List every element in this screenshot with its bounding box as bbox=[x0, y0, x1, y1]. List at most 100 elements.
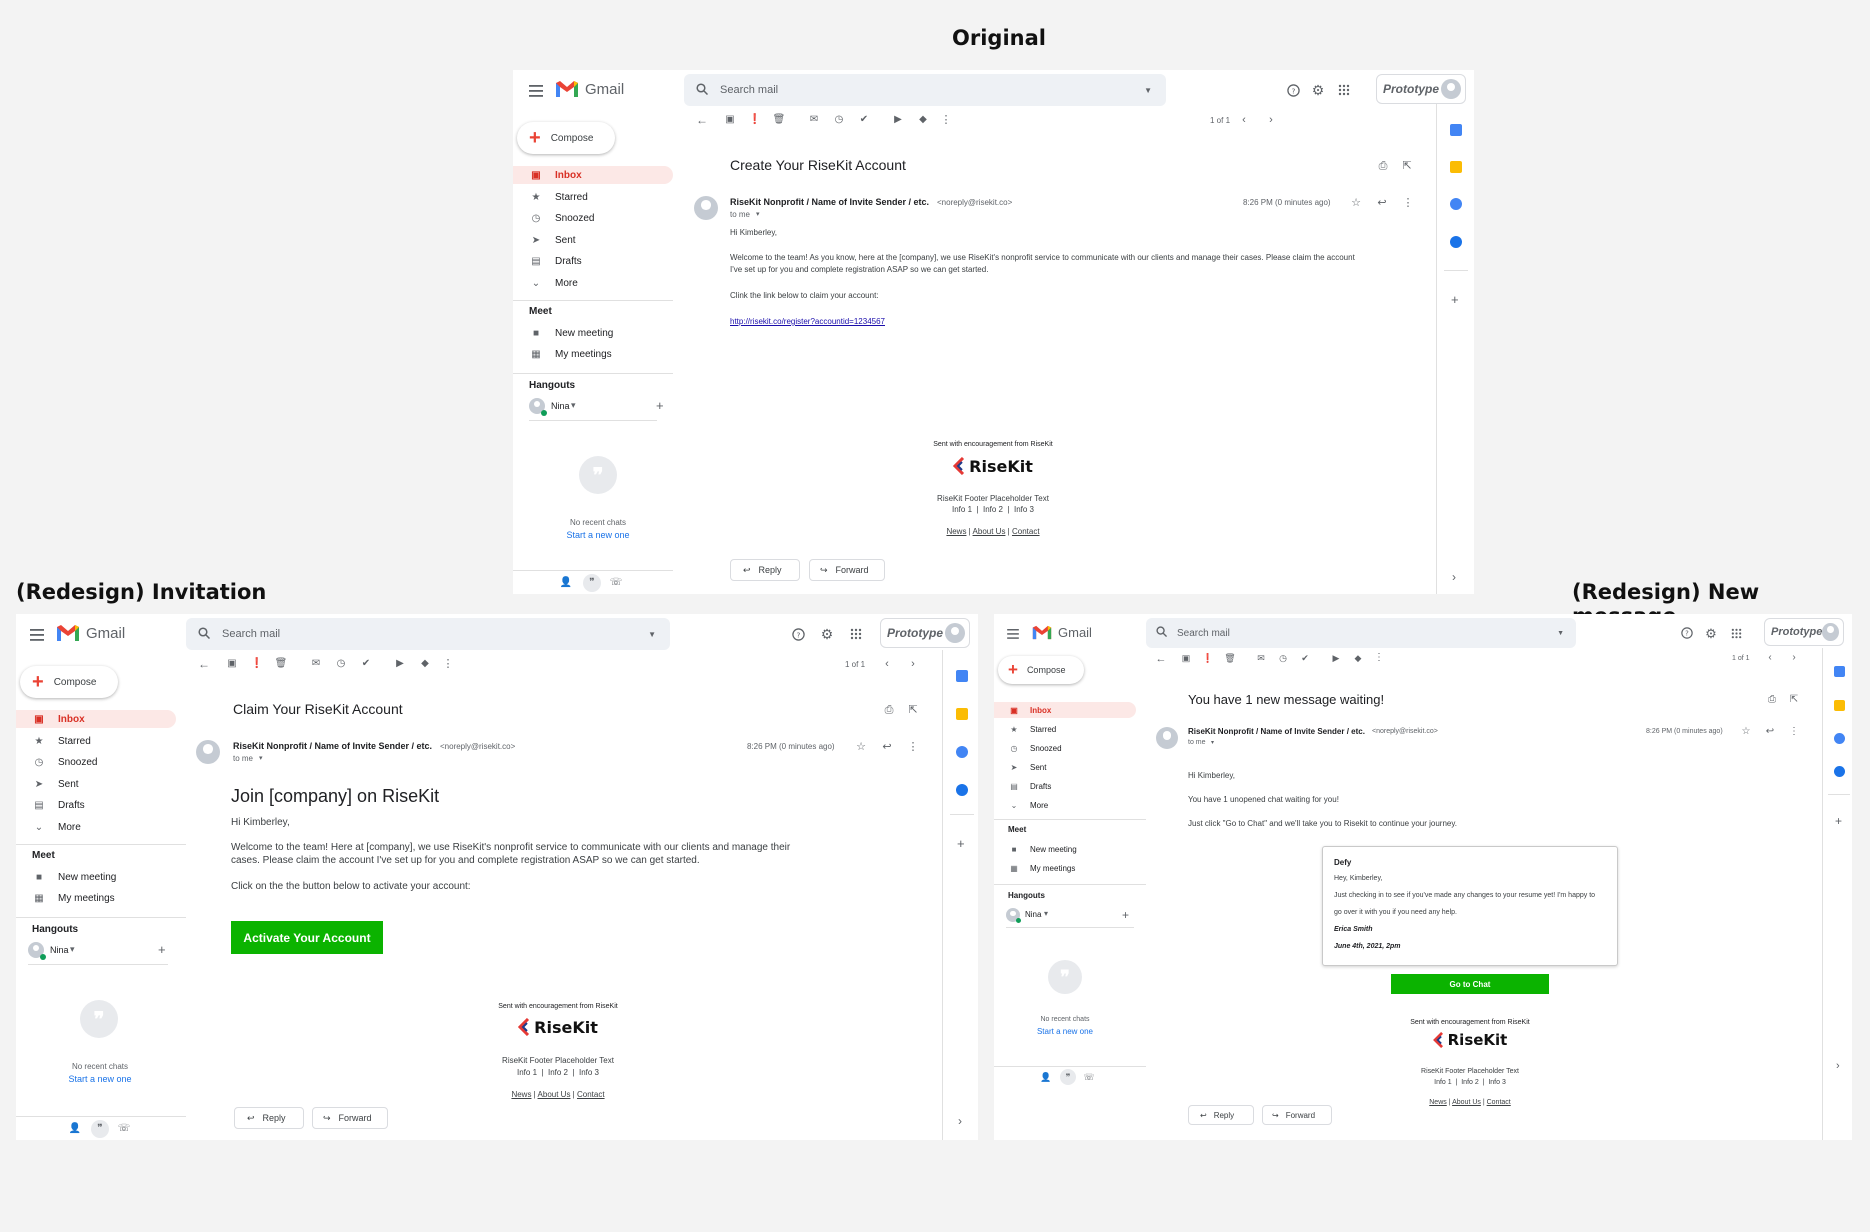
move-to-icon[interactable]: ▶ bbox=[393, 657, 407, 671]
recipient-to-me[interactable]: to me bbox=[1188, 739, 1206, 746]
forward-button[interactable]: ↪ Forward bbox=[1262, 1105, 1332, 1125]
sidebar-item-sent[interactable]: ➤ Sent bbox=[994, 759, 1136, 775]
tasks-app-icon[interactable] bbox=[1834, 733, 1845, 744]
reply-icon[interactable]: ↩ bbox=[880, 740, 894, 754]
apps-grid-icon[interactable] bbox=[848, 626, 864, 642]
status-dropdown-icon[interactable]: ▾ bbox=[1044, 909, 1048, 918]
print-icon[interactable]: ⎙ bbox=[882, 703, 896, 717]
snooze-icon[interactable]: ◷ bbox=[1277, 652, 1289, 664]
mark-unread-icon[interactable]: ✉ bbox=[309, 657, 323, 671]
contacts-person-icon[interactable]: 👤 bbox=[1040, 1071, 1052, 1083]
mark-unread-icon[interactable]: ✉ bbox=[807, 113, 821, 127]
keep-app-icon[interactable] bbox=[1450, 161, 1462, 173]
claim-account-link[interactable]: http://risekit.co/register?accountid=123… bbox=[730, 317, 885, 326]
delete-icon[interactable]: 🗑 bbox=[772, 113, 786, 127]
open-new-window-icon[interactable]: ⇱ bbox=[1788, 694, 1800, 706]
reply-button[interactable]: ↩ Reply bbox=[1188, 1105, 1254, 1125]
status-dropdown-icon[interactable]: ▾ bbox=[70, 944, 75, 955]
search-options-icon[interactable]: ▼ bbox=[648, 630, 656, 639]
footer-link-about-us[interactable]: About Us bbox=[538, 1090, 571, 1099]
add-task-icon[interactable]: ✔ bbox=[1299, 652, 1311, 664]
recipient-to-me[interactable]: to me bbox=[233, 754, 253, 763]
sender-avatar[interactable] bbox=[1156, 727, 1178, 749]
sidebar-item-sent[interactable]: ➤ Sent bbox=[513, 231, 673, 249]
archive-icon[interactable]: ▣ bbox=[1180, 652, 1192, 664]
sidebar-item-more[interactable]: ⌄ More bbox=[16, 818, 176, 836]
recipient-details-dropdown-icon[interactable]: ▾ bbox=[756, 210, 760, 218]
search-icon[interactable] bbox=[696, 82, 709, 98]
footer-link-contact[interactable]: Contact bbox=[577, 1090, 605, 1099]
sidebar-item-starred[interactable]: ★ Starred bbox=[16, 732, 176, 750]
sidebar-item-more[interactable]: ⌄ More bbox=[994, 797, 1136, 813]
search-bar[interactable]: Search mail ▼ bbox=[186, 618, 670, 650]
add-app-plus-icon[interactable]: + bbox=[1451, 292, 1459, 307]
back-arrow-icon[interactable]: ← bbox=[694, 112, 710, 128]
menu-icon[interactable] bbox=[527, 82, 545, 100]
more-vert-icon[interactable]: ⋮ bbox=[1788, 726, 1800, 738]
footer-link-contact[interactable]: Contact bbox=[1487, 1099, 1511, 1106]
gmail-logo[interactable]: Gmail bbox=[1032, 625, 1092, 640]
contacts-app-icon[interactable] bbox=[1834, 766, 1845, 777]
label-icon[interactable]: ◆ bbox=[1352, 652, 1364, 664]
snooze-icon[interactable]: ◷ bbox=[334, 657, 348, 671]
recipient-to-me[interactable]: to me bbox=[730, 210, 750, 219]
report-spam-icon[interactable]: ❗ bbox=[748, 113, 762, 127]
hangouts-user-name[interactable]: Nina bbox=[551, 401, 570, 411]
tasks-app-icon[interactable] bbox=[1450, 198, 1462, 210]
add-task-icon[interactable]: ✔ bbox=[857, 113, 871, 127]
sidebar-item-starred[interactable]: ★ Starred bbox=[513, 188, 673, 206]
add-task-icon[interactable]: ✔ bbox=[359, 657, 373, 671]
calendar-app-icon[interactable] bbox=[1450, 124, 1462, 136]
reply-button[interactable]: ↩ Reply bbox=[730, 559, 800, 581]
settings-gear-icon[interactable]: ⚙ bbox=[819, 626, 835, 642]
hangouts-user-name[interactable]: Nina bbox=[50, 945, 69, 955]
star-icon[interactable]: ☆ bbox=[1740, 726, 1752, 738]
sidebar-item-more[interactable]: ⌄ More bbox=[513, 274, 673, 292]
forward-button[interactable]: ↪ Forward bbox=[809, 559, 885, 581]
keep-app-icon[interactable] bbox=[1834, 700, 1845, 711]
start-new-chat-link[interactable]: Start a new one bbox=[1004, 1027, 1126, 1036]
more-vert-icon[interactable]: ⋮ bbox=[1373, 652, 1385, 664]
reply-button[interactable]: ↩ Reply bbox=[234, 1107, 304, 1129]
more-vert-icon[interactable]: ⋮ bbox=[906, 740, 920, 754]
apps-grid-icon[interactable] bbox=[1729, 626, 1743, 640]
delete-icon[interactable]: 🗑 bbox=[274, 657, 288, 671]
sidebar-item-starred[interactable]: ★ Starred bbox=[994, 721, 1136, 737]
contacts-person-icon[interactable]: 👤 bbox=[559, 576, 573, 590]
help-icon[interactable]: ? bbox=[1680, 626, 1694, 640]
search-input[interactable]: Search mail bbox=[222, 628, 280, 640]
add-hangout-icon[interactable]: + bbox=[158, 942, 166, 957]
contacts-app-icon[interactable] bbox=[1450, 236, 1462, 248]
archive-icon[interactable]: ▣ bbox=[723, 113, 737, 127]
star-icon[interactable]: ☆ bbox=[1349, 196, 1363, 210]
search-bar[interactable]: Search mail ▼ bbox=[684, 74, 1166, 106]
phone-icon[interactable]: ☏ bbox=[117, 1122, 131, 1136]
meet-my-meetings[interactable]: ▦ My meetings bbox=[16, 889, 176, 907]
label-icon[interactable]: ◆ bbox=[916, 113, 930, 127]
start-new-chat-link[interactable]: Start a new one bbox=[32, 1074, 168, 1084]
move-to-icon[interactable]: ▶ bbox=[1330, 652, 1342, 664]
more-vert-icon[interactable]: ⋮ bbox=[441, 657, 455, 671]
menu-icon[interactable] bbox=[28, 626, 46, 644]
add-hangout-icon[interactable]: + bbox=[1122, 908, 1129, 922]
sender-avatar[interactable] bbox=[196, 740, 220, 764]
meet-new-meeting[interactable]: ■ New meeting bbox=[513, 324, 673, 342]
start-new-chat-link[interactable]: Start a new one bbox=[533, 530, 663, 540]
account-prototype[interactable]: Prototype bbox=[1764, 618, 1844, 646]
tasks-app-icon[interactable] bbox=[956, 746, 968, 758]
search-options-icon[interactable]: ▼ bbox=[1144, 86, 1152, 95]
star-icon[interactable]: ☆ bbox=[854, 740, 868, 754]
reply-icon[interactable]: ↩ bbox=[1764, 726, 1776, 738]
gmail-logo[interactable]: Gmail bbox=[555, 80, 624, 98]
search-input[interactable]: Search mail bbox=[1177, 628, 1230, 639]
search-icon[interactable] bbox=[1156, 626, 1168, 640]
footer-link-contact[interactable]: Contact bbox=[1012, 527, 1040, 536]
user-avatar[interactable] bbox=[1822, 623, 1839, 641]
open-new-window-icon[interactable]: ⇱ bbox=[906, 703, 920, 717]
phone-icon[interactable]: ☏ bbox=[1083, 1071, 1095, 1083]
previous-chevron-icon[interactable]: ‹ bbox=[880, 657, 894, 671]
phone-icon[interactable]: ☏ bbox=[609, 576, 623, 590]
archive-icon[interactable]: ▣ bbox=[225, 657, 239, 671]
go-to-chat-button[interactable]: Go to Chat bbox=[1391, 974, 1549, 994]
print-icon[interactable]: ⎙ bbox=[1376, 159, 1390, 173]
